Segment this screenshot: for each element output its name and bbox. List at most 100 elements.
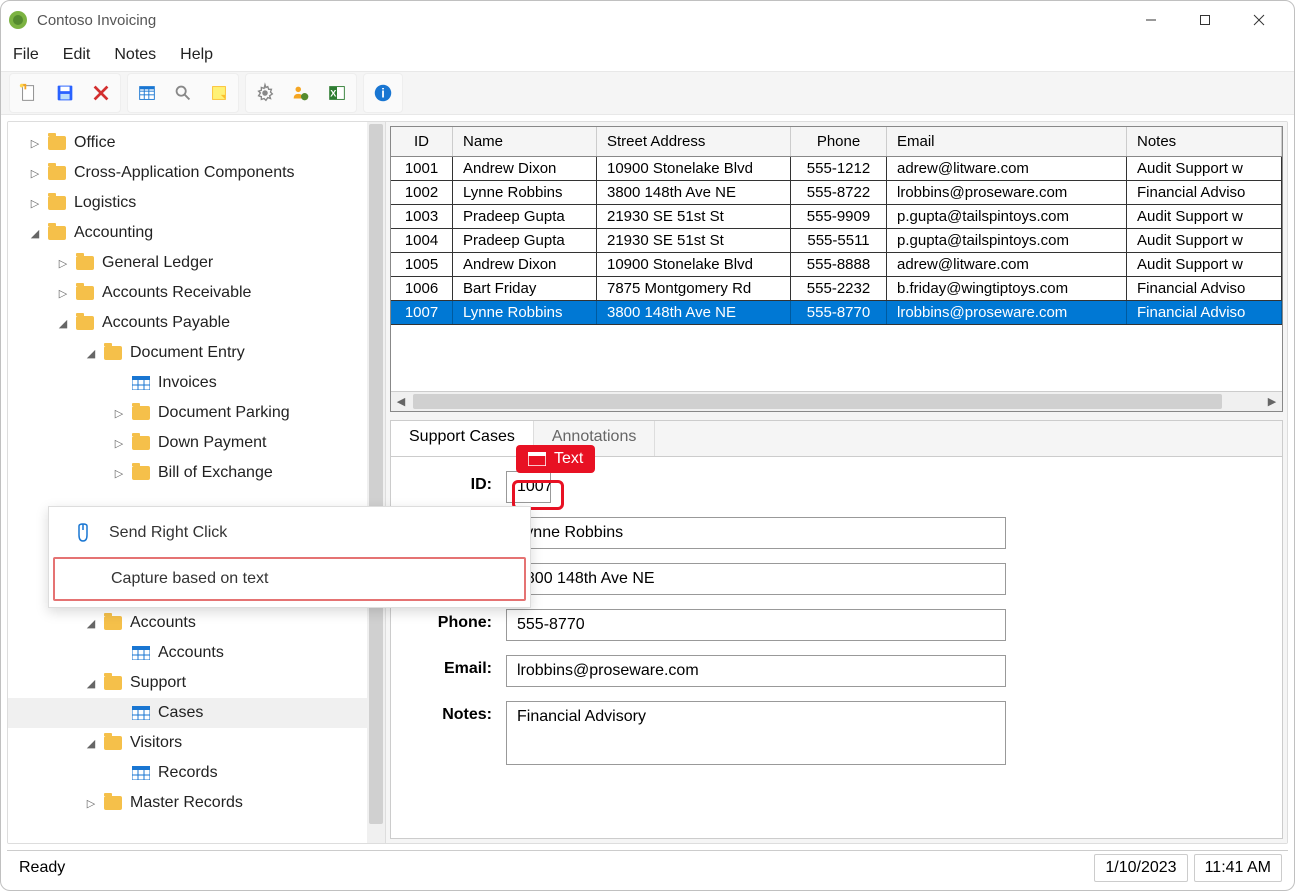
input-notes[interactable]: Financial Advisory: [506, 701, 1006, 765]
expand-icon[interactable]: ▷: [28, 167, 42, 180]
table-row[interactable]: 1005Andrew Dixon10900 Stonelake Blvd555-…: [391, 253, 1282, 277]
overlay-text-badge[interactable]: Text: [516, 445, 595, 473]
expand-icon[interactable]: ▷: [112, 437, 126, 450]
collapse-icon[interactable]: ◢: [84, 347, 98, 360]
collapse-icon[interactable]: ◢: [56, 317, 70, 330]
table-row[interactable]: 1001Andrew Dixon10900 Stonelake Blvd555-…: [391, 157, 1282, 181]
folder-icon: [104, 676, 122, 690]
label: Accounts: [130, 614, 196, 632]
note-button[interactable]: [204, 78, 234, 108]
search-button[interactable]: [168, 78, 198, 108]
tree-item-accounting[interactable]: ◢Accounting: [8, 218, 385, 248]
cell-phone: 555-8770: [791, 301, 887, 324]
menu-file[interactable]: File: [13, 46, 39, 64]
expand-icon[interactable]: ▷: [112, 467, 126, 480]
folder-icon: [48, 226, 66, 240]
expand-icon[interactable]: ▷: [28, 197, 42, 210]
tree-item-accounts-payable[interactable]: ◢Accounts Payable: [8, 308, 385, 338]
scrollbar-thumb[interactable]: [413, 394, 1222, 409]
title-bar: Contoso Invoicing: [1, 1, 1294, 39]
cell-notes: Audit Support w: [1127, 205, 1282, 228]
save-button[interactable]: [50, 78, 80, 108]
cell-email: p.gupta@tailspintoys.com: [887, 229, 1127, 252]
expand-icon[interactable]: ▷: [28, 137, 42, 150]
tree-item-cases[interactable]: Cases: [8, 698, 385, 728]
maximize-button[interactable]: [1190, 5, 1220, 35]
scroll-right-icon[interactable]: ▶: [1262, 392, 1282, 411]
info-button[interactable]: i: [368, 78, 398, 108]
grid-hscroll[interactable]: ◀ ▶: [391, 391, 1282, 411]
tree-item-accounts-leaf[interactable]: Accounts: [8, 638, 385, 668]
users-button[interactable]: [286, 78, 316, 108]
col-header-email[interactable]: Email: [887, 127, 1127, 156]
cell-name: Pradeep Gupta: [453, 229, 597, 252]
collapse-icon[interactable]: ◢: [84, 737, 98, 750]
tree-item-master-records[interactable]: ▷Master Records: [8, 788, 385, 818]
ctx-send-right-click[interactable]: Send Right Click: [49, 511, 530, 555]
expand-icon[interactable]: ▷: [56, 257, 70, 270]
close-button[interactable]: [1244, 5, 1274, 35]
collapse-icon[interactable]: ◢: [28, 227, 42, 240]
col-header-id[interactable]: ID: [391, 127, 453, 156]
tree-item-down-payment[interactable]: ▷Down Payment: [8, 428, 385, 458]
tree-item-records[interactable]: Records: [8, 758, 385, 788]
cell-id: 1004: [391, 229, 453, 252]
excel-button[interactable]: X: [322, 78, 352, 108]
tree-item-office[interactable]: ▷Office: [8, 128, 385, 158]
tree-item-logistics[interactable]: ▷Logistics: [8, 188, 385, 218]
table-row[interactable]: 1004Pradeep Gupta21930 SE 51st St555-551…: [391, 229, 1282, 253]
tree-item-support[interactable]: ◢Support: [8, 668, 385, 698]
col-header-name[interactable]: Name: [453, 127, 597, 156]
table-row[interactable]: 1003Pradeep Gupta21930 SE 51st St555-990…: [391, 205, 1282, 229]
tree-item-document-entry[interactable]: ◢Document Entry: [8, 338, 385, 368]
table-row[interactable]: 1002Lynne Robbins3800 148th Ave NE555-87…: [391, 181, 1282, 205]
col-header-notes[interactable]: Notes: [1127, 127, 1282, 156]
input-id[interactable]: 1007: [506, 471, 551, 503]
menu-help[interactable]: Help: [180, 46, 213, 64]
settings-button[interactable]: [250, 78, 280, 108]
input-email[interactable]: lrobbins@proseware.com: [506, 655, 1006, 687]
input-street[interactable]: 3800 148th Ave NE: [506, 563, 1006, 595]
collapse-icon[interactable]: ◢: [84, 677, 98, 690]
cell-phone: 555-8888: [791, 253, 887, 276]
table-icon: [132, 706, 150, 720]
expand-icon[interactable]: ▷: [56, 287, 70, 300]
input-phone[interactable]: 555-8770: [506, 609, 1006, 641]
table-row[interactable]: 1006Bart Friday7875 Montgomery Rd555-223…: [391, 277, 1282, 301]
scroll-left-icon[interactable]: ◀: [391, 392, 411, 411]
new-button[interactable]: [14, 78, 44, 108]
app-window: Contoso Invoicing File Edit Notes Help X: [0, 0, 1295, 891]
tree-item-cross-app[interactable]: ▷Cross-Application Components: [8, 158, 385, 188]
tree-item-invoices[interactable]: Invoices: [8, 368, 385, 398]
cell-phone: 555-9909: [791, 205, 887, 228]
tree-item-bill-of-exchange[interactable]: ▷Bill of Exchange: [8, 458, 385, 488]
expand-icon[interactable]: ▷: [112, 407, 126, 420]
delete-button[interactable]: [86, 78, 116, 108]
tree-content[interactable]: ▷Office ▷Cross-Application Components ▷L…: [8, 122, 385, 843]
tree-item-visitors[interactable]: ◢Visitors: [8, 728, 385, 758]
tree-scrollbar[interactable]: [367, 122, 385, 843]
collapse-icon[interactable]: ◢: [84, 617, 98, 630]
ctx-label: Send Right Click: [109, 524, 227, 542]
cell-notes: Financial Adviso: [1127, 301, 1282, 324]
tab-support-cases[interactable]: Support Cases: [391, 421, 534, 456]
input-name[interactable]: Lynne Robbins: [506, 517, 1006, 549]
tree-item-accounts-receivable[interactable]: ▷Accounts Receivable: [8, 278, 385, 308]
body-area: ▷Office ▷Cross-Application Components ▷L…: [7, 121, 1288, 844]
window-controls: [1136, 5, 1274, 35]
folder-icon: [76, 316, 94, 330]
table-row[interactable]: 1007Lynne Robbins3800 148th Ave NE555-87…: [391, 301, 1282, 325]
expand-icon[interactable]: ▷: [84, 797, 98, 810]
tree-item-general-ledger[interactable]: ▷General Ledger: [8, 248, 385, 278]
scrollbar-thumb[interactable]: [369, 124, 383, 824]
cell-name: Lynne Robbins: [453, 301, 597, 324]
grid-button[interactable]: [132, 78, 162, 108]
menu-notes[interactable]: Notes: [114, 46, 156, 64]
col-header-phone[interactable]: Phone: [791, 127, 887, 156]
tree-item-document-parking[interactable]: ▷Document Parking: [8, 398, 385, 428]
ctx-capture-based-on-text[interactable]: Capture based on text: [53, 557, 526, 601]
col-header-street[interactable]: Street Address: [597, 127, 791, 156]
minimize-button[interactable]: [1136, 5, 1166, 35]
menu-edit[interactable]: Edit: [63, 46, 91, 64]
tree-item-accounts[interactable]: ◢ Accounts: [8, 608, 385, 638]
